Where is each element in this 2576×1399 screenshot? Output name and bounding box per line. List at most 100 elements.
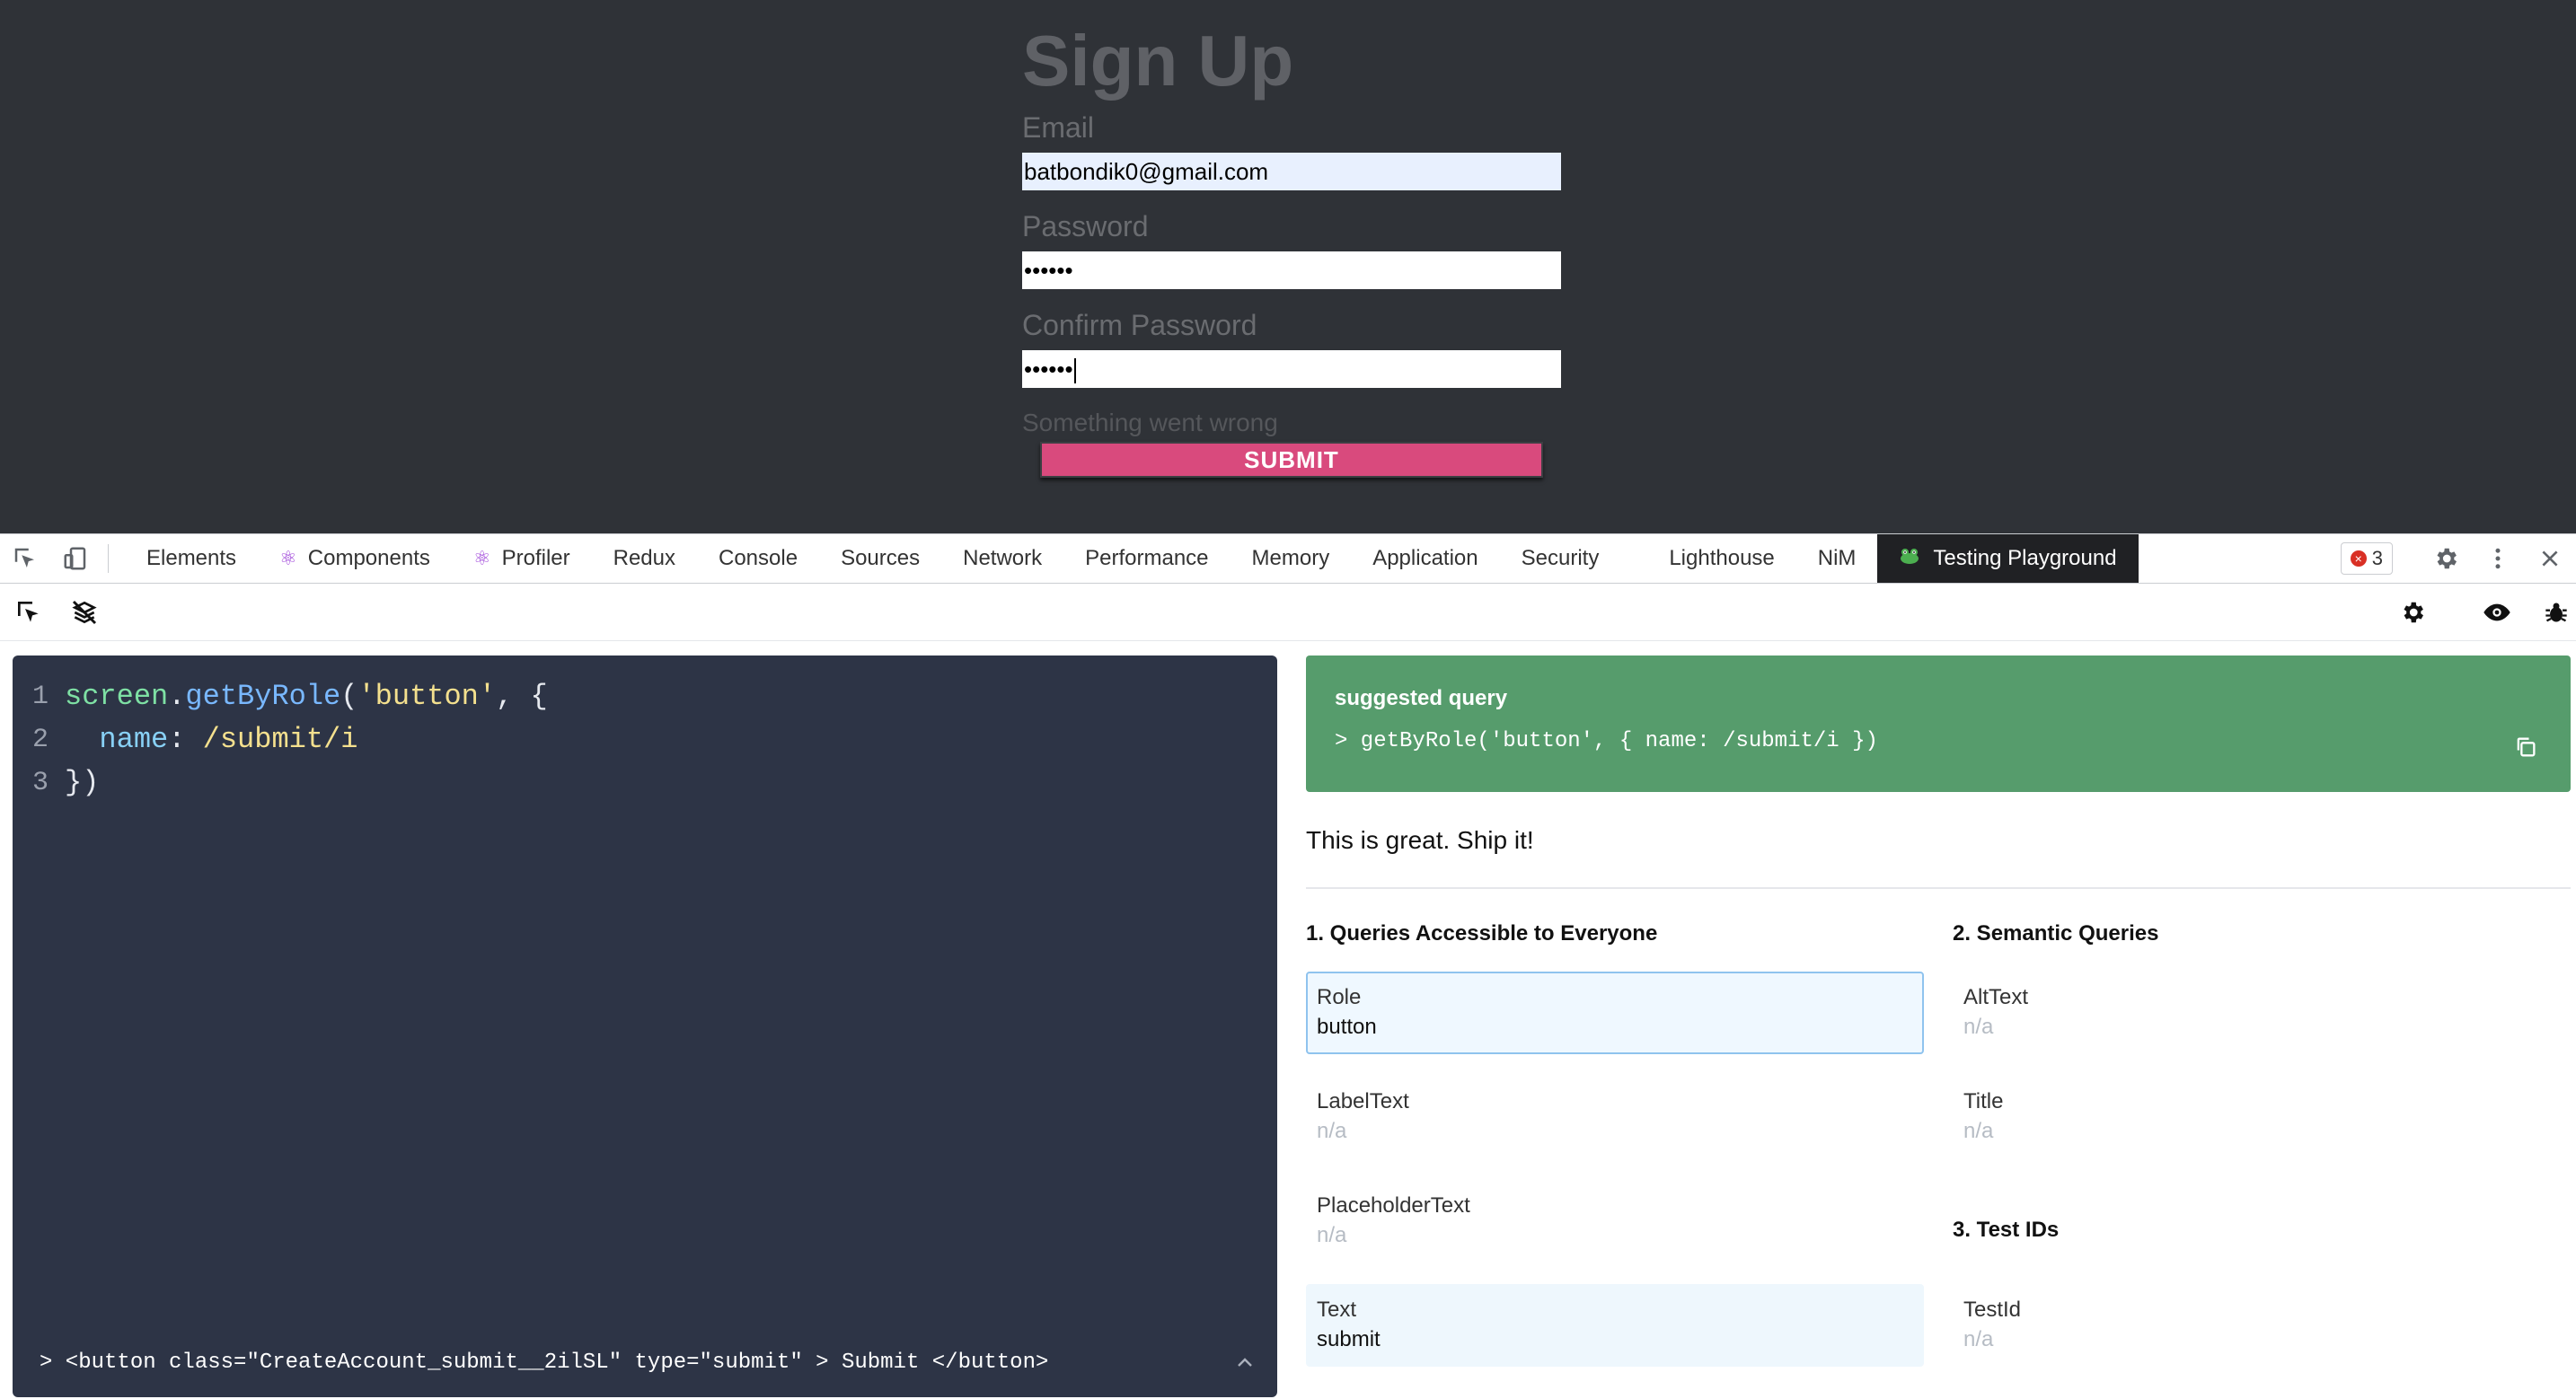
query-alt-text[interactable]: AltText n/a xyxy=(1953,972,2571,1054)
code-token: . xyxy=(168,680,186,713)
matched-element-output: > <button class="CreateAccount_submit__2… xyxy=(40,1351,1049,1375)
select-element-icon[interactable] xyxy=(11,594,47,630)
query-value: n/a xyxy=(1317,1119,1347,1143)
react-icon: ⚛ xyxy=(279,547,297,569)
tab-components[interactable]: ⚛ Components xyxy=(258,534,452,583)
tab-application[interactable]: Application xyxy=(1351,534,1499,583)
more-vertical-icon[interactable] xyxy=(2472,545,2524,572)
disable-layers-icon[interactable] xyxy=(66,594,102,630)
code-token: , { xyxy=(496,680,548,713)
query-value: n/a xyxy=(1963,1119,1994,1143)
tab-testing-playground[interactable]: Testing Playground xyxy=(1877,534,2139,583)
tab-label: Memory xyxy=(1251,546,1330,570)
query-label-text[interactable]: LabelText n/a xyxy=(1306,1076,1924,1158)
tab-profiler[interactable]: ⚛ Profiler xyxy=(452,534,592,583)
tab-nim[interactable]: NiM xyxy=(1796,534,1878,583)
query-value: button xyxy=(1317,1015,1377,1039)
confirm-password-field[interactable]: •••••• xyxy=(1022,350,1561,388)
code-token: screen xyxy=(65,680,169,713)
section-accessible-queries: 1. Queries Accessible to Everyone xyxy=(1306,921,1658,946)
close-icon[interactable] xyxy=(2524,547,2576,570)
text-caret xyxy=(1073,358,1076,384)
tab-label: Testing Playground xyxy=(1933,546,2117,570)
error-message: Something went wrong xyxy=(1022,409,1278,436)
error-icon: × xyxy=(2350,550,2367,567)
tab-lighthouse[interactable]: Lighthouse xyxy=(1647,534,1795,583)
settings-gear-icon[interactable] xyxy=(2420,545,2472,572)
query-name: LabelText xyxy=(1317,1089,1409,1113)
tab-label: NiM xyxy=(1817,546,1857,570)
tab-security[interactable]: Security xyxy=(1500,534,1621,583)
confirm-password-label: Confirm Password xyxy=(1022,309,1257,341)
playground-toolbar xyxy=(0,584,2576,641)
query-panel: suggested query > getByRole('button', { … xyxy=(1306,656,2571,1397)
tab-label: Performance xyxy=(1085,546,1209,570)
query-role[interactable]: Role button xyxy=(1306,972,1924,1054)
query-name: AltText xyxy=(1963,985,2029,1009)
tab-label: Sources xyxy=(841,546,921,570)
code-token: /submit/i xyxy=(202,723,358,756)
query-title[interactable]: Title n/a xyxy=(1953,1076,2571,1158)
email-field[interactable]: batbondik0@gmail.com xyxy=(1022,153,1561,190)
suggested-query-title: suggested query xyxy=(1335,686,1508,710)
device-toolbar-icon[interactable] xyxy=(50,534,101,583)
line-number: 3 xyxy=(31,768,49,798)
bug-icon[interactable] xyxy=(2538,594,2574,630)
tabbar-separator xyxy=(108,544,109,573)
devtools-tabbar: Elements ⚛ Components ⚛ Profiler Redux Con… xyxy=(0,533,2576,584)
submit-button[interactable]: SUBMIT xyxy=(1040,442,1543,478)
eye-icon[interactable] xyxy=(2479,594,2515,630)
section-test-ids: 3. Test IDs xyxy=(1953,1218,2060,1242)
tab-console[interactable]: Console xyxy=(697,534,819,583)
settings-icon[interactable] xyxy=(2395,594,2430,630)
query-name: Role xyxy=(1317,985,1362,1009)
signup-form: Sign Up Email batbondik0@gmail.com Passw… xyxy=(1022,16,1561,478)
confirm-password-value: •••••• xyxy=(1024,356,1073,383)
code-token: name xyxy=(99,723,169,756)
code-area[interactable]: 1 screen. getByRole('button', { 2 name: /… xyxy=(13,675,548,805)
line-number: 1 xyxy=(31,682,49,712)
code-line: 1 screen. getByRole('button', { xyxy=(13,675,548,718)
tab-label: Lighthouse xyxy=(1669,546,1775,570)
copy-icon[interactable] xyxy=(2513,735,2538,760)
query-name: TestId xyxy=(1963,1298,2022,1322)
code-line: 2 name: /submit/i xyxy=(13,718,548,761)
line-number: 2 xyxy=(31,725,49,755)
code-token: : xyxy=(168,723,203,756)
password-field[interactable]: •••••• xyxy=(1022,251,1561,289)
query-value: n/a xyxy=(1317,1223,1347,1247)
query-value: n/a xyxy=(1963,1015,1994,1039)
query-value: submit xyxy=(1317,1327,1381,1351)
tab-performance[interactable]: Performance xyxy=(1063,534,1230,583)
code-token: }) xyxy=(65,766,100,799)
chevron-up-icon[interactable] xyxy=(1234,1352,1256,1374)
app-page: Sign Up Email batbondik0@gmail.com Passw… xyxy=(0,0,2576,533)
tab-memory[interactable]: Memory xyxy=(1231,534,1352,583)
inspect-element-icon[interactable] xyxy=(0,534,50,583)
query-text[interactable]: Text submit xyxy=(1306,1284,1924,1367)
page-title: Sign Up xyxy=(1022,21,1294,101)
tab-sources[interactable]: Sources xyxy=(819,534,941,583)
tab-label: Redux xyxy=(613,546,675,570)
error-count-badge[interactable]: × 3 xyxy=(2340,542,2393,575)
tab-redux[interactable]: Redux xyxy=(592,534,697,583)
query-value: n/a xyxy=(1963,1327,1994,1351)
tab-label: Network xyxy=(963,546,1043,570)
error-count: 3 xyxy=(2371,547,2383,569)
tab-network[interactable]: Network xyxy=(941,534,1063,583)
tab-label: Application xyxy=(1372,546,1478,570)
divider xyxy=(1306,887,2571,889)
section-semantic-queries: 2. Semantic Queries xyxy=(1953,921,2159,946)
query-name: Title xyxy=(1963,1089,2004,1113)
suggested-query-text: > getByRole('button', { name: /submit/i … xyxy=(1335,729,1878,753)
query-editor[interactable]: 1 screen. getByRole('button', { 2 name: /… xyxy=(13,656,1277,1397)
query-placeholder-text[interactable]: PlaceholderText n/a xyxy=(1306,1180,1924,1263)
code-token: 'button' xyxy=(357,680,497,713)
tab-label: Profiler xyxy=(501,546,570,570)
query-name: PlaceholderText xyxy=(1317,1193,1470,1218)
tab-elements[interactable]: Elements xyxy=(125,534,258,583)
frog-icon xyxy=(1899,534,1920,583)
tab-label: Console xyxy=(719,546,798,570)
query-test-id[interactable]: TestId n/a xyxy=(1953,1284,2571,1367)
